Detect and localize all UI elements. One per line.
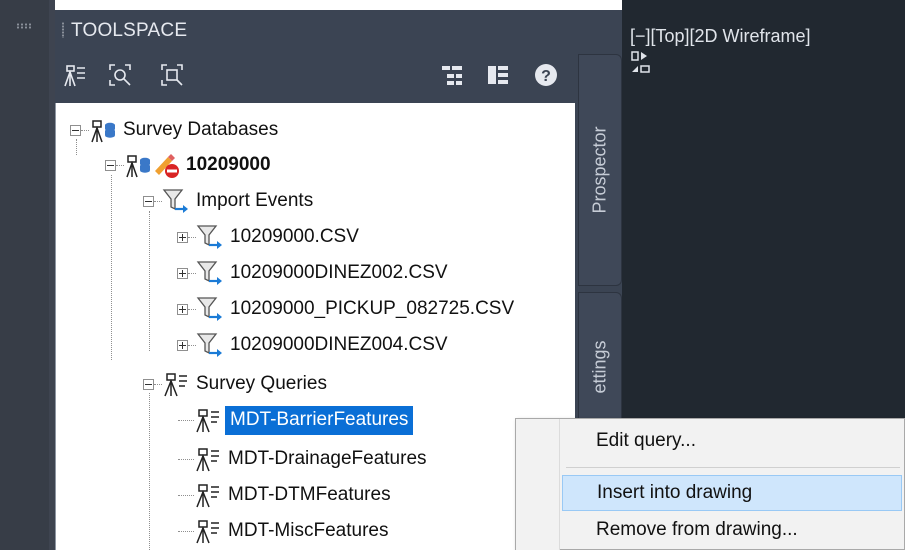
tab-prospector[interactable]: Prospector: [578, 54, 622, 286]
list-view-icon[interactable]: [485, 62, 511, 88]
svg-text:?: ?: [541, 68, 551, 85]
tree-view-icon[interactable]: [439, 62, 465, 88]
tree-node-import-item[interactable]: 10209000_PICKUP_082725.CSV: [177, 292, 514, 326]
tree-node-query[interactable]: MDT-DrainageFeatures: [178, 442, 427, 476]
menu-separator: [566, 467, 900, 468]
prospector-tree: Survey Databases 10209000 Import Events …: [55, 103, 575, 550]
tree-node-label: 10209000_PICKUP_082725.CSV: [230, 298, 515, 319]
survey-tree-icon[interactable]: [61, 62, 87, 88]
toolspace-titlebar[interactable]: TOOLSPACE: [55, 10, 578, 50]
survey-query-icon: [194, 445, 222, 473]
tree-node-query[interactable]: MDT-DTMFeatures: [178, 478, 391, 512]
tree-node-label: Survey Queries: [196, 373, 327, 394]
left-dock-strip: [0, 0, 49, 550]
tab-label: Prospector: [589, 126, 610, 214]
import-filter-icon: [162, 187, 190, 215]
expand-icon[interactable]: [177, 303, 188, 315]
toolspace-toolbar: ?: [55, 52, 578, 102]
grip-icon[interactable]: [61, 22, 65, 38]
survey-database-icon: [124, 151, 152, 179]
tree-node-query-selected[interactable]: MDT-BarrierFeatures: [178, 403, 414, 437]
menu-item-remove-from-drawing[interactable]: Remove from drawing...: [562, 512, 902, 548]
collapse-icon[interactable]: [105, 159, 116, 171]
tree-node-label: MDT-DrainageFeatures: [228, 448, 427, 469]
tree-node-query[interactable]: MDT-MiscFeatures: [178, 514, 388, 548]
import-filter-icon: [196, 295, 224, 323]
survey-query-icon: [194, 481, 222, 509]
tree-node-import-item[interactable]: 10209000.CSV: [177, 220, 359, 254]
collapse-icon[interactable]: [143, 195, 154, 207]
help-icon[interactable]: ?: [533, 62, 559, 88]
zoom-selection-icon[interactable]: [159, 62, 185, 88]
tree-node-label: 10209000DINEZ002.CSV: [230, 262, 448, 283]
tree-node-import-item[interactable]: 10209000DINEZ004.CSV: [177, 328, 448, 362]
tree-node-label: Survey Databases: [123, 119, 279, 140]
menu-item-insert-into-drawing[interactable]: Insert into drawing: [562, 475, 902, 511]
tree-node-label: MDT-DTMFeatures: [228, 484, 391, 505]
import-filter-icon: [196, 223, 224, 251]
tree-node-label: Import Events: [196, 190, 314, 211]
tree-node-label: 10209000: [186, 154, 271, 175]
tree-node-label: 10209000DINEZ004.CSV: [230, 334, 448, 355]
edit-disabled-icon: [152, 151, 180, 179]
expand-icon[interactable]: [177, 339, 188, 351]
collapse-icon[interactable]: [143, 378, 154, 390]
context-menu: Edit query... Insert into drawing Remove…: [515, 418, 905, 550]
menu-icon-gutter: [516, 419, 560, 550]
expand-icon[interactable]: [177, 231, 188, 243]
viewport-controls-label[interactable]: [−][Top][2D Wireframe]: [630, 26, 811, 47]
zoom-extents-icon[interactable]: [107, 62, 133, 88]
ucs-icon: [630, 50, 652, 85]
tree-node-import-item[interactable]: 10209000DINEZ002.CSV: [177, 256, 448, 290]
tree-node-survey-databases[interactable]: Survey Databases: [70, 113, 278, 147]
tree-node-survey-queries[interactable]: Survey Queries: [143, 367, 327, 401]
survey-query-icon: [162, 370, 190, 398]
menu-item-edit-query[interactable]: Edit query...: [562, 423, 902, 459]
tree-node-label: MDT-MiscFeatures: [228, 520, 389, 541]
expand-icon[interactable]: [177, 267, 188, 279]
tab-label: ettings: [589, 340, 610, 394]
collapse-icon[interactable]: [70, 124, 81, 136]
survey-query-icon: [194, 517, 222, 545]
tree-node-label: 10209000.CSV: [230, 226, 359, 247]
import-filter-icon: [196, 331, 224, 359]
import-filter-icon: [196, 259, 224, 287]
grip-icon[interactable]: [16, 23, 32, 29]
tree-node-database[interactable]: 10209000: [105, 148, 271, 182]
survey-database-icon: [89, 116, 117, 144]
tree-node-import-events[interactable]: Import Events: [143, 184, 313, 218]
survey-query-icon: [194, 406, 222, 434]
tree-node-label: MDT-BarrierFeatures: [225, 405, 414, 435]
toolspace-title: TOOLSPACE: [71, 20, 188, 41]
